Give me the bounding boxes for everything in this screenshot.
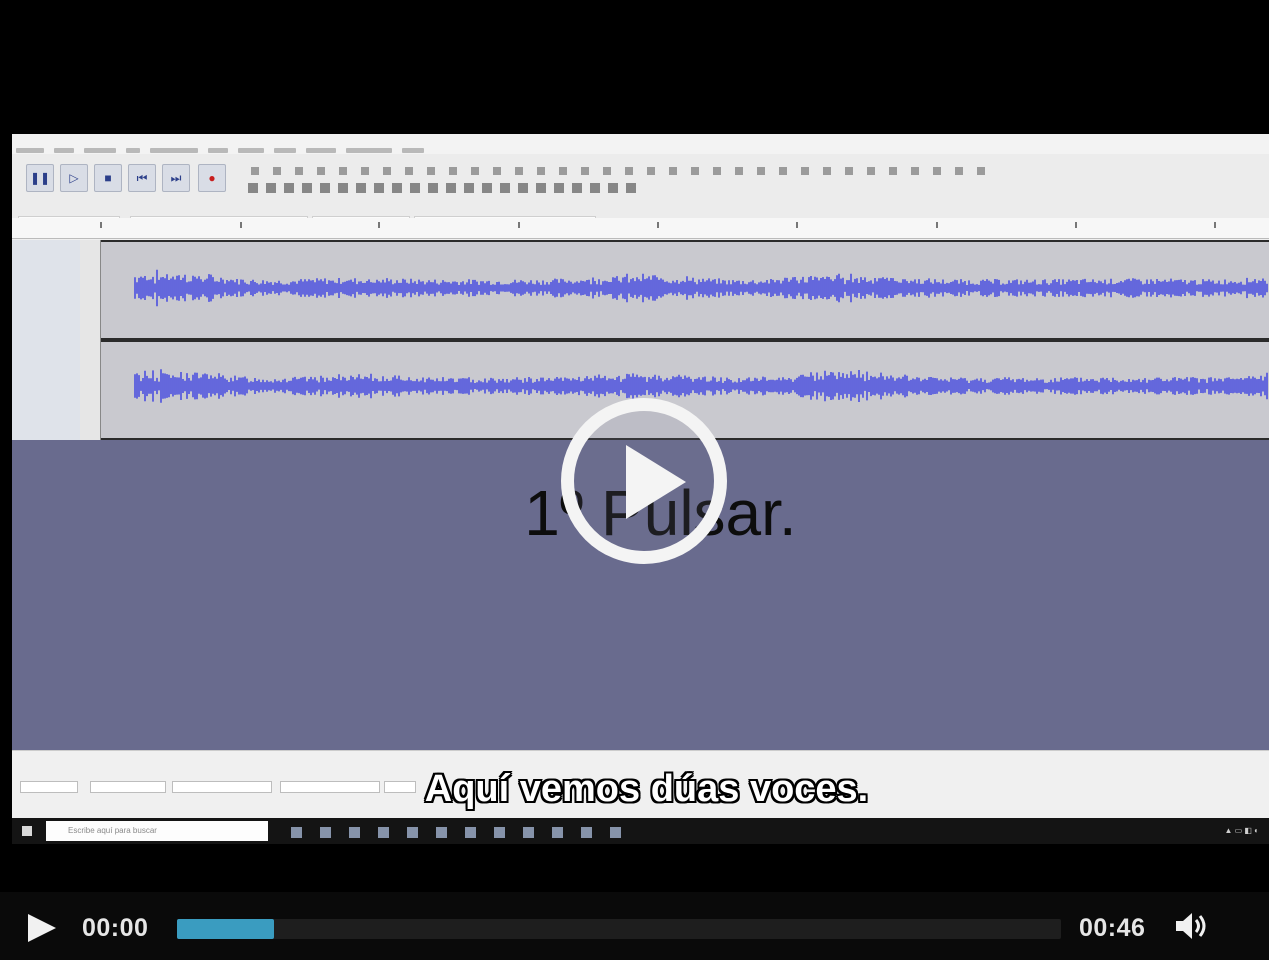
progress-bar[interactable] bbox=[177, 919, 1061, 939]
taskbar-apps bbox=[282, 825, 630, 843]
track-control-panel bbox=[12, 240, 81, 440]
edit-icons bbox=[244, 180, 664, 193]
record-icon: ● bbox=[198, 164, 226, 192]
system-tray: ▲ ▭ ◧ ◐ bbox=[1224, 826, 1259, 835]
taskbar-search: Escribe aquí para buscar bbox=[46, 821, 268, 841]
skip-start-icon: ⏮ bbox=[128, 164, 156, 192]
duration: 00:46 bbox=[1079, 914, 1146, 942]
play-icon[interactable] bbox=[28, 914, 56, 942]
pause-icon: ❚❚ bbox=[26, 164, 54, 192]
waveform-channel-left bbox=[101, 242, 1269, 338]
current-time: 00:00 bbox=[82, 914, 149, 942]
play-icon: ▷ bbox=[60, 164, 88, 192]
skip-end-icon: ⏭ bbox=[162, 164, 190, 192]
player-controls: 00:00 00:46 bbox=[0, 892, 1269, 960]
video-player[interactable]: ❚❚ ▷ ■ ⏮ ⏭ ● Escribe aquí para buscar ▲ … bbox=[0, 0, 1269, 960]
big-play-button[interactable] bbox=[561, 398, 727, 564]
app-menubar bbox=[12, 140, 1269, 154]
taskbar-search-placeholder: Escribe aquí para buscar bbox=[68, 826, 157, 835]
stop-icon: ■ bbox=[94, 164, 122, 192]
windows-taskbar: Escribe aquí para buscar ▲ ▭ ◧ ◐ bbox=[12, 818, 1269, 844]
timeline-ruler bbox=[12, 218, 1269, 239]
buffered-progress bbox=[177, 919, 275, 939]
video-subtitle: Aquí vemos dúas voces. bbox=[424, 768, 869, 810]
play-circle-icon bbox=[626, 445, 686, 519]
tool-icons bbox=[244, 162, 1244, 175]
windows-logo-icon bbox=[22, 826, 32, 836]
amplitude-scale bbox=[80, 240, 101, 440]
app-toolbar: ❚❚ ▷ ■ ⏮ ⏭ ● bbox=[12, 154, 1269, 228]
volume-icon[interactable] bbox=[1174, 910, 1214, 942]
